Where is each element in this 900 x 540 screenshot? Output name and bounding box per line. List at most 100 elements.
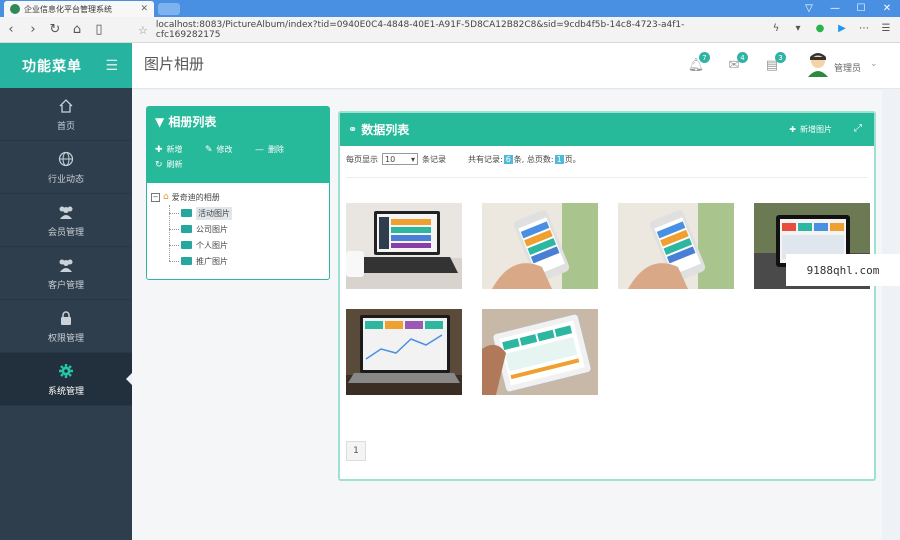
- lock-icon: [57, 309, 75, 327]
- play-icon[interactable]: ▶: [834, 20, 850, 36]
- sidebar-item-label: 首页: [56, 121, 75, 132]
- folder-icon: [181, 257, 192, 265]
- add-image-label: 新增图片: [800, 125, 832, 134]
- favorite-star-icon[interactable]: ☆: [138, 24, 148, 37]
- reload-button[interactable]: ↻: [44, 19, 66, 41]
- url-text: localhost:8083/PictureAlbum/index?tid=09…: [155, 20, 685, 40]
- folder-icon: [181, 225, 192, 233]
- menu-icon[interactable]: ☰: [878, 20, 894, 36]
- maximize-button[interactable]: ☐: [848, 0, 874, 17]
- album-panel-header: ▼ 相册列表 ✚ 新增 ✎ 修改 — 删除 ↻ 刷新: [147, 107, 329, 183]
- album-list-panel: ▼ 相册列表 ✚ 新增 ✎ 修改 — 删除 ↻ 刷新 − ⌂ 爱奇迪的相册 活动图片 公…: [146, 106, 330, 280]
- refresh-icon: ↻: [155, 159, 163, 170]
- hamburger-icon[interactable]: ☰: [105, 58, 118, 74]
- sidebar-item-label: 客户管理: [47, 280, 84, 291]
- total-prefix: 共有记录:: [468, 154, 503, 164]
- sidebar-item-permissions[interactable]: 权限管理: [0, 300, 132, 353]
- tree-root-label: 爱奇迪的相册: [171, 192, 220, 202]
- photo-thumbnail[interactable]: [618, 203, 734, 289]
- task-icon[interactable]: ▤ 3: [764, 52, 786, 73]
- avatar[interactable]: [806, 51, 830, 77]
- sidebar-item-label: 行业动态: [47, 174, 84, 185]
- forward-button[interactable]: ›: [22, 19, 44, 41]
- sidebar-header: 功能菜单 ☰: [0, 43, 132, 88]
- mail-icon[interactable]: ✉ 4: [726, 52, 748, 73]
- plus-icon: ✚: [155, 144, 163, 155]
- globe-icon: [57, 150, 75, 168]
- photo-thumbnail[interactable]: [346, 309, 462, 395]
- bell-icon[interactable]: 🔔︎ 7: [688, 52, 710, 73]
- filter-icon: ▼: [155, 115, 165, 129]
- tool-label: 新增: [166, 145, 183, 154]
- total-mid: 条, 总页数:: [513, 154, 554, 164]
- sidebar-item-news[interactable]: 行业动态: [0, 141, 132, 194]
- tree-item[interactable]: 公司图片: [169, 221, 325, 237]
- back-button[interactable]: ‹: [0, 19, 22, 41]
- reader-icon[interactable]: ▯: [88, 19, 110, 41]
- collapse-icon[interactable]: −: [151, 192, 160, 202]
- add-album-button[interactable]: ✚ 新增: [155, 144, 205, 155]
- tree-item-label: 公司图片: [196, 224, 228, 234]
- photo-thumbnail[interactable]: [482, 203, 598, 289]
- pencil-icon: ✎: [205, 144, 213, 155]
- data-panel-header: ⚭ 数据列表 ✚ 新增图片 ⤢: [340, 113, 874, 146]
- photo-thumbnail[interactable]: [346, 203, 462, 289]
- home-button[interactable]: ⌂: [66, 19, 88, 41]
- mail-badge: 4: [737, 52, 748, 63]
- page-button[interactable]: 1: [346, 441, 366, 461]
- sidebar-item-members[interactable]: 会员管理: [0, 194, 132, 247]
- tree-item[interactable]: 个人图片: [169, 237, 325, 253]
- refresh-album-button[interactable]: ↻ 刷新: [155, 159, 205, 170]
- tree-root[interactable]: − ⌂ 爱奇迪的相册: [151, 189, 325, 205]
- sidebar-item-label: 系统管理: [47, 386, 84, 397]
- share-icon: ⚭: [348, 123, 358, 136]
- pin-icon[interactable]: ▽: [796, 0, 822, 17]
- tab-close-icon[interactable]: ✕: [140, 4, 148, 14]
- username[interactable]: 管理员: [834, 61, 861, 74]
- folder-icon: [181, 209, 192, 217]
- fullscreen-icon[interactable]: ⤢: [854, 123, 862, 134]
- page-size-suffix: 条记录: [422, 154, 446, 164]
- sidebar-item-system[interactable]: 系统管理: [0, 353, 132, 406]
- browser-tab[interactable]: 企业信息化平台管理系统 ✕: [4, 1, 154, 17]
- chevron-down-icon: ▾: [410, 154, 415, 164]
- app-header: 图片相册 🔔︎ 7 ✉ 4 ▤ 3 管理员 ⌄: [132, 43, 900, 89]
- divider: [346, 177, 868, 178]
- delete-album-button[interactable]: — 删除: [255, 144, 305, 155]
- tab-title: 企业信息化平台管理系统: [24, 4, 112, 14]
- photo-thumbnail[interactable]: [482, 309, 598, 395]
- minimize-button[interactable]: —: [822, 0, 848, 17]
- chevron-down-icon[interactable]: ⌄: [870, 59, 878, 69]
- plus-icon: ✚: [789, 125, 796, 134]
- folder-icon: [181, 241, 192, 249]
- task-badge: 3: [775, 52, 786, 63]
- tree-item[interactable]: 推广图片: [169, 253, 325, 269]
- tool-label: 删除: [268, 145, 284, 154]
- dropdown-icon[interactable]: ▾: [790, 20, 806, 36]
- sidebar-item-customers[interactable]: 客户管理: [0, 247, 132, 300]
- close-window-button[interactable]: ✕: [874, 0, 900, 17]
- more-icon[interactable]: ⋯: [856, 20, 872, 36]
- sidebar-title: 功能菜单: [22, 58, 82, 75]
- tree-item[interactable]: 活动图片: [169, 205, 325, 221]
- users-icon: [57, 256, 75, 274]
- add-image-button[interactable]: ✚ 新增图片: [789, 124, 832, 135]
- page-size-select[interactable]: 10 ▾: [382, 153, 418, 165]
- new-tab-button[interactable]: [158, 3, 180, 15]
- total-pages: 1: [554, 154, 564, 164]
- browser-toolbar: ‹ › ↻ ⌂ ▯ ☆ localhost:8083/PictureAlbum/…: [0, 17, 900, 43]
- sidebar: 功能菜单 ☰ 首页 行业动态 会员管理 客户管理 权限管理 系统管理: [0, 43, 132, 540]
- tool-label: 刷新: [166, 160, 183, 169]
- data-panel-title: 数据列表: [361, 123, 410, 137]
- flash-icon[interactable]: ϟ: [768, 20, 784, 36]
- users-icon: [57, 203, 75, 221]
- sidebar-item-home[interactable]: 首页: [0, 88, 132, 141]
- edit-album-button[interactable]: ✎ 修改: [205, 144, 255, 155]
- album-panel-title: 相册列表: [168, 115, 217, 129]
- tree-item-label: 推广图片: [196, 256, 228, 266]
- address-bar[interactable]: ☆ localhost:8083/PictureAlbum/index?tid=…: [138, 20, 748, 40]
- page-size-prefix: 每页显示: [346, 154, 378, 164]
- site-favicon-icon: [10, 4, 20, 14]
- wechat-icon[interactable]: ●: [812, 20, 828, 36]
- tool-label: 修改: [216, 145, 233, 154]
